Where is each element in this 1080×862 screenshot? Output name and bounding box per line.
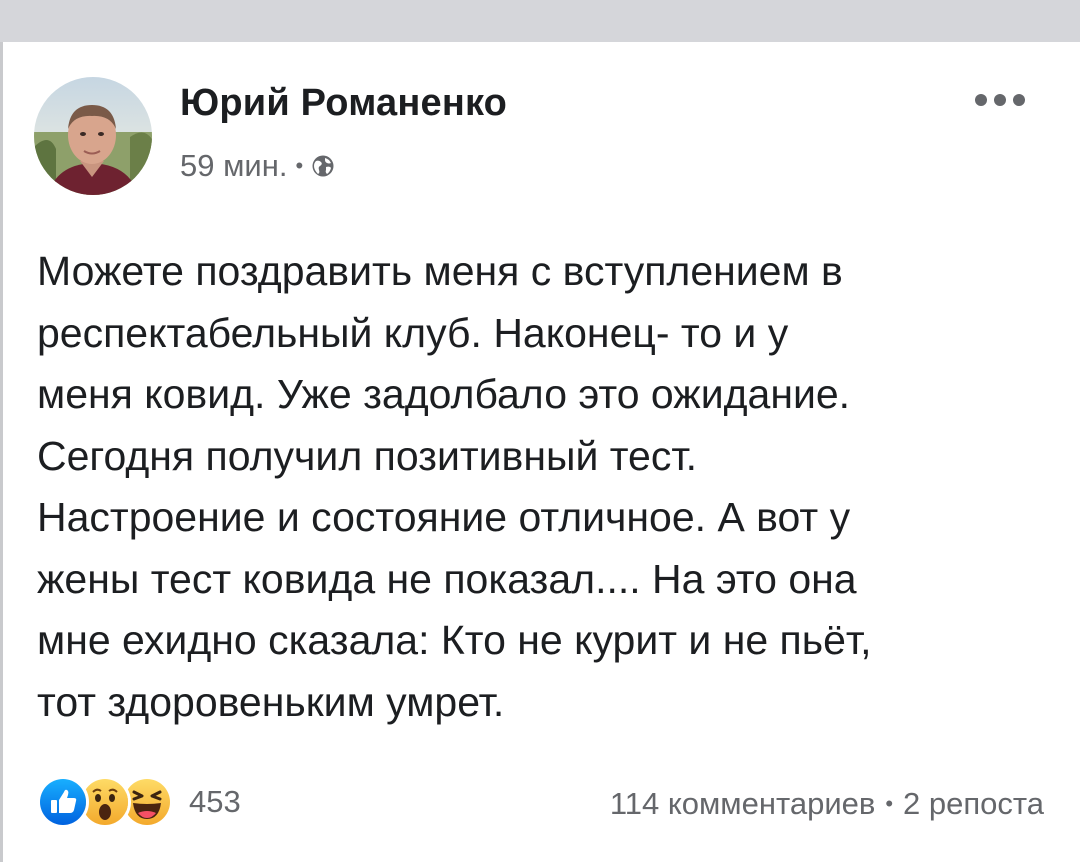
post-time[interactable]: 59 мин. <box>180 148 287 184</box>
avatar-photo <box>34 77 152 195</box>
post-meta: 59 мин. • <box>180 146 335 186</box>
post-text-line: Можете поздравить меня с вступлением в <box>37 248 843 294</box>
post-text-line: респектабельный клуб. Наконец- то и у <box>37 309 789 356</box>
avatar[interactable] <box>34 77 152 195</box>
like-icon <box>37 776 89 828</box>
more-options-icon[interactable] <box>975 88 1025 112</box>
post-text-line: меня ковид. Уже задолбало это ожидание. <box>37 371 851 417</box>
meta-separator: • <box>295 153 304 178</box>
post-text-line: мне ехидно сказала: Кто не курит и не пь… <box>37 617 872 663</box>
post-text-line: жены тест ковида не показал.... На это о… <box>37 555 857 602</box>
stats-separator: • <box>885 791 894 816</box>
post-text: Можете поздравить меня с вступлением в р… <box>37 241 1057 733</box>
post-text-line: Сегодня получил позитивный тест. <box>37 432 697 479</box>
reactions-summary[interactable]: 453 <box>37 776 241 828</box>
post-text-line: тот здоровеньким умрет. <box>37 678 505 725</box>
globe-icon <box>311 154 335 178</box>
post-stats: 114 комментариев • 2 репоста <box>610 782 1044 826</box>
reaction-count: 453 <box>189 784 241 819</box>
comments-count[interactable]: 114 комментариев <box>610 786 876 822</box>
top-bar <box>0 0 1080 42</box>
shares-count[interactable]: 2 репоста <box>903 786 1044 822</box>
post-text-line: Настроение и состояние отличное. А вот у <box>37 494 851 540</box>
card-left-border <box>0 42 3 862</box>
author-name[interactable]: Юрий Романенко <box>180 82 507 125</box>
